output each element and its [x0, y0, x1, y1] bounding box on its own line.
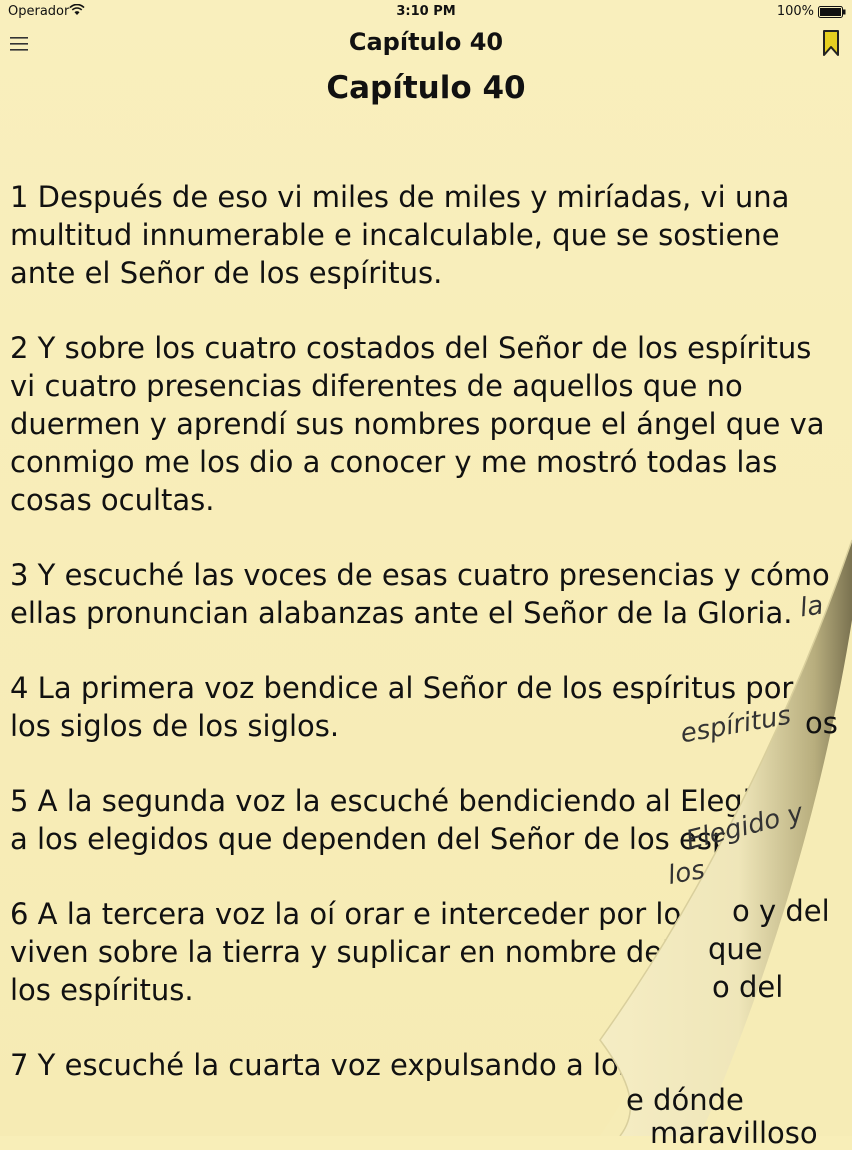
- peek-text: os: [805, 706, 838, 740]
- status-time: 3:10 PM: [396, 4, 456, 19]
- nav-title: Capítulo 40: [348, 28, 504, 56]
- verse-1: 1 Después de eso vi miles de miles y mir…: [10, 180, 790, 290]
- verse-3: 3 Y escuché las voces de esas cuatro pre…: [10, 558, 830, 630]
- peek-text: que: [708, 932, 763, 966]
- status-bar: Operador 3:10 PM 100%: [0, 0, 852, 24]
- bookmark-icon: [823, 30, 839, 56]
- chapter-heading: Capítulo 40: [326, 70, 526, 106]
- curl-back-text: los: [665, 855, 708, 891]
- bookmark-button[interactable]: [820, 28, 842, 58]
- battery-percentage: 100%: [776, 4, 814, 19]
- peek-text: o y del: [732, 894, 830, 928]
- curl-back-text: la: [798, 590, 826, 624]
- navigation-bar: Capítulo 40: [0, 24, 852, 64]
- peek-text: maravilloso: [650, 1116, 818, 1150]
- battery-icon: [818, 6, 846, 18]
- verse-2: 2 Y sobre los cuatro costados del Señor …: [10, 331, 825, 517]
- peek-text: o del: [712, 970, 784, 1004]
- verse-6: 6 A la tercera voz la oí orar e interced…: [10, 897, 810, 1007]
- peek-text: e dónde: [626, 1083, 744, 1117]
- chapter-content: 1 Después de eso vi miles de miles y mir…: [10, 178, 830, 1121]
- verse-7: 7 Y escuché la cuarta voz expulsando a l…: [10, 1048, 760, 1082]
